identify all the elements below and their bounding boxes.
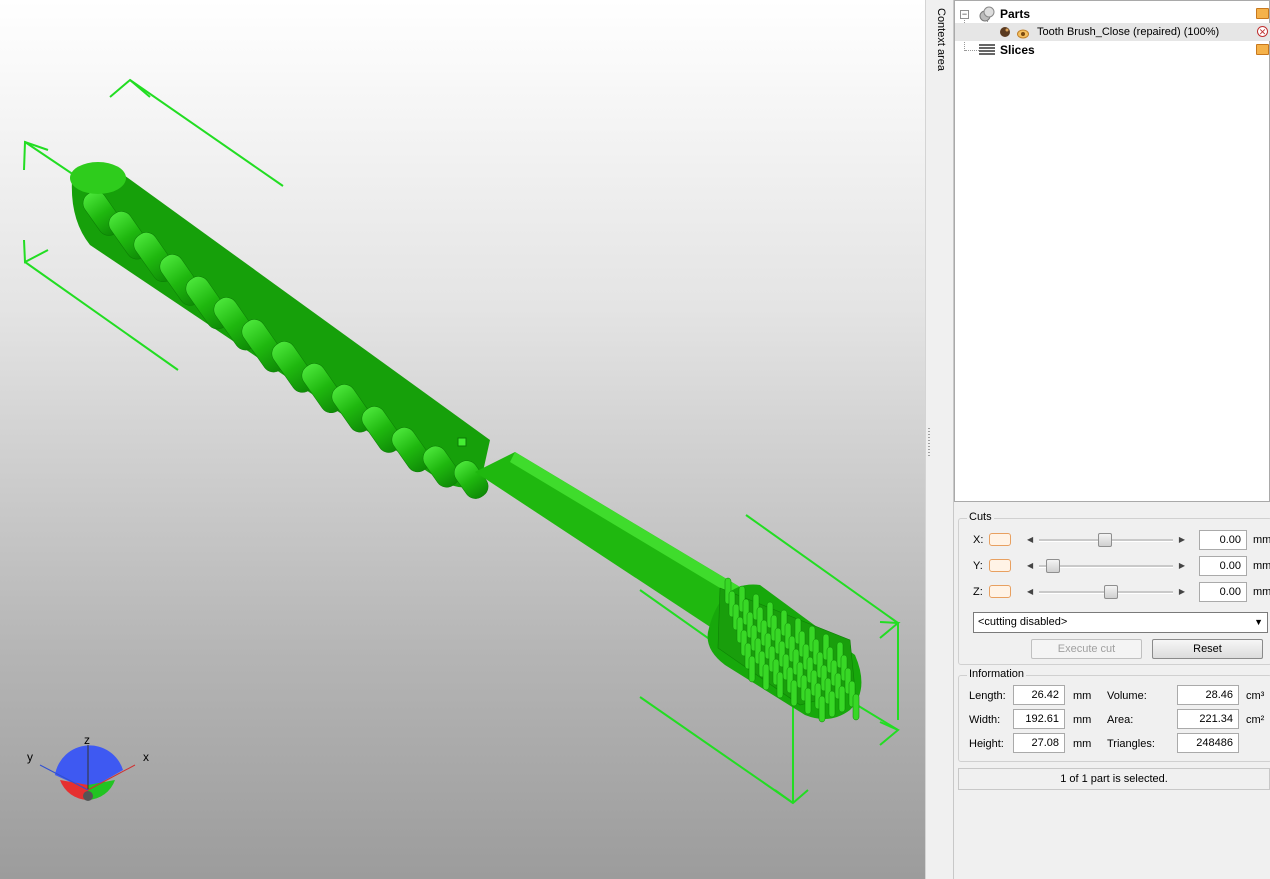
bristle-tuft <box>776 671 784 699</box>
cut-x-unit: mm <box>1253 534 1270 546</box>
parts-label: Parts <box>1000 7 1031 21</box>
visibility-eye-icon[interactable] <box>1017 27 1029 39</box>
width-label: Width: <box>969 714 1001 726</box>
part-tree[interactable]: − Parts Tooth Brush_Close (repaired) (10… <box>954 0 1270 502</box>
bristle-tuft <box>790 679 798 707</box>
cut-x-toggle[interactable] <box>989 533 1011 546</box>
height-label: Height: <box>969 738 1004 750</box>
slider-right-arrow-icon[interactable]: ▶ <box>1179 535 1185 544</box>
axis-y-label: y <box>27 750 33 764</box>
width-unit: mm <box>1073 714 1092 726</box>
slider-thumb[interactable] <box>1046 559 1060 573</box>
cut-y-label: Y: <box>973 560 983 572</box>
slider-left-arrow-icon[interactable]: ◀ <box>1027 587 1033 596</box>
area-value: 221.34 <box>1177 709 1239 729</box>
volume-label: Volume: <box>1107 690 1147 702</box>
bristle-tuft <box>838 685 846 713</box>
cutting-mode-select[interactable]: <cutting disabled> ▼ <box>973 612 1268 633</box>
volume-unit: cm³ <box>1246 690 1265 702</box>
selection-status: 1 of 1 part is selected. <box>958 768 1270 790</box>
height-unit: mm <box>1073 738 1092 750</box>
open-folder-icon[interactable] <box>1256 44 1269 55</box>
area-label: Area: <box>1107 714 1134 726</box>
triangles-value: 248486 <box>1177 733 1239 753</box>
bristle-tuft <box>762 663 770 691</box>
bristle-tuft <box>748 655 756 683</box>
bristle-tuft <box>804 687 812 715</box>
cut-x-input[interactable]: 0.00 <box>1199 530 1247 550</box>
cut-z-input[interactable]: 0.00 <box>1199 582 1247 602</box>
length-value: 26.42 <box>1013 685 1065 705</box>
slider-right-arrow-icon[interactable]: ▶ <box>1179 587 1185 596</box>
context-area-label: Context area <box>935 8 947 71</box>
triangles-label: Triangles: <box>1107 738 1155 750</box>
tree-item-part[interactable]: Tooth Brush_Close (repaired) (100%) ✕ <box>955 23 1270 41</box>
area-unit: cm² <box>1246 714 1265 726</box>
cutting-mode-value: <cutting disabled> <box>978 616 1068 628</box>
collapse-icon[interactable]: − <box>960 10 969 19</box>
remove-part-icon[interactable]: ✕ <box>1257 26 1268 37</box>
open-folder-icon[interactable] <box>1256 8 1269 19</box>
execute-cut-button[interactable]: Execute cut <box>1031 639 1142 659</box>
bristle-tuft <box>852 693 860 721</box>
information-group: Information Length: 26.42 mm Volume: 28.… <box>958 668 1270 762</box>
toothbrush-model <box>70 162 862 723</box>
axis-gizmo: z x y <box>27 733 149 801</box>
information-title: Information <box>967 668 1027 680</box>
cut-y-toggle[interactable] <box>989 559 1011 572</box>
cut-y-slider[interactable]: ◀ ▶ <box>1021 558 1191 574</box>
slices-icon <box>979 44 995 56</box>
slider-left-arrow-icon[interactable]: ◀ <box>1027 561 1033 570</box>
axis-x-label: x <box>143 750 149 764</box>
cut-z-slider[interactable]: ◀ ▶ <box>1021 584 1191 600</box>
axis-z-label: z <box>84 733 90 747</box>
cut-x-label: X: <box>973 534 984 546</box>
cut-y-unit: mm <box>1253 560 1270 572</box>
slider-right-arrow-icon[interactable]: ▶ <box>1179 561 1185 570</box>
cuts-title: Cuts <box>967 511 994 523</box>
cut-y-input[interactable]: 0.00 <box>1199 556 1247 576</box>
3d-viewport[interactable]: z x y <box>0 0 925 879</box>
slider-thumb[interactable] <box>1098 533 1112 547</box>
cut-x-slider[interactable]: ◀ ▶ <box>1021 532 1191 548</box>
volume-value: 28.46 <box>1177 685 1239 705</box>
part-name: Tooth Brush_Close (repaired) (100%) <box>1037 26 1220 38</box>
parts-icon <box>979 6 995 22</box>
slider-thumb[interactable] <box>1104 585 1118 599</box>
reset-button[interactable]: Reset <box>1152 639 1263 659</box>
chevron-down-icon[interactable]: ▼ <box>1254 613 1263 632</box>
slices-label: Slices <box>1000 43 1035 57</box>
cut-z-label: Z: <box>973 586 983 598</box>
bristle-tuft <box>828 690 836 718</box>
cuts-group: Cuts X: ◀ ▶ 0.00 mm Y: ◀ ▶ 0.00 mm Z: ◀ … <box>958 511 1270 665</box>
model-scene[interactable]: z x y <box>0 0 925 879</box>
tree-item-parts[interactable]: − Parts <box>955 5 1270 23</box>
length-unit: mm <box>1073 690 1092 702</box>
context-area-tab[interactable]: Context area <box>931 0 954 879</box>
tree-item-slices[interactable]: Slices <box>955 41 1270 59</box>
properties-panel: Cuts X: ◀ ▶ 0.00 mm Y: ◀ ▶ 0.00 mm Z: ◀ … <box>954 503 1270 879</box>
length-label: Length: <box>969 690 1006 702</box>
cut-z-unit: mm <box>1253 586 1270 598</box>
slider-left-arrow-icon[interactable]: ◀ <box>1027 535 1033 544</box>
height-value: 27.08 <box>1013 733 1065 753</box>
part-mesh-icon <box>999 26 1011 38</box>
bristle-tuft <box>818 695 826 723</box>
cut-z-toggle[interactable] <box>989 585 1011 598</box>
width-value: 192.61 <box>1013 709 1065 729</box>
splitter-grip[interactable] <box>928 428 930 458</box>
